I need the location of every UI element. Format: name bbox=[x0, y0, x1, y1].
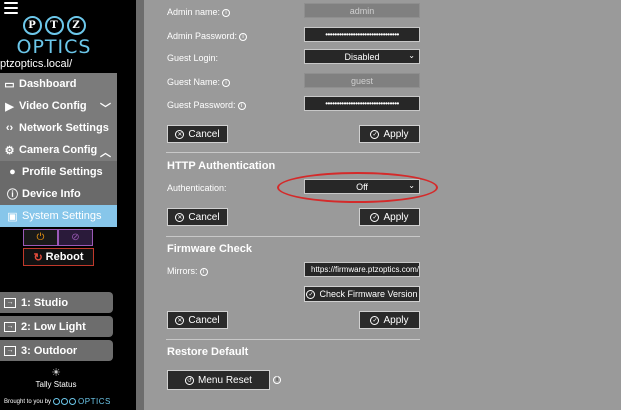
chevron-down-icon: ﹀ bbox=[100, 103, 111, 115]
mini-logo-icon bbox=[53, 398, 77, 405]
sidebar-item-label: Video Config bbox=[19, 100, 87, 112]
brought-brand: OPTICS bbox=[78, 397, 111, 406]
cancel-button[interactable]: ✕ Cancel bbox=[167, 311, 228, 329]
divider bbox=[166, 236, 420, 237]
preset-icon: → bbox=[4, 297, 16, 308]
preset-label: 3: Outdoor bbox=[21, 344, 78, 357]
hamburger-menu-icon[interactable] bbox=[4, 2, 18, 14]
ptzoptics-logo: P T Z OPTICS bbox=[8, 16, 100, 58]
check-icon: ✓ bbox=[306, 289, 316, 299]
guest-name-field[interactable]: guest bbox=[304, 73, 420, 88]
guest-login-label: Guest Login: bbox=[167, 53, 219, 63]
brought-to-you-by: Brought to you by OPTICS bbox=[4, 397, 111, 406]
sidebar-item-device-info[interactable]: ⓘ Device Info bbox=[0, 183, 117, 205]
sidebar-item-profile-settings[interactable]: ● Profile Settings bbox=[0, 161, 117, 183]
sidebar-item-label: Dashboard bbox=[19, 78, 77, 90]
restore-default-title: Restore Default bbox=[167, 346, 249, 358]
close-icon: ✕ bbox=[175, 315, 185, 325]
apply-button[interactable]: ✓ Apply bbox=[359, 125, 420, 143]
logo-letter-t: T bbox=[44, 16, 64, 35]
close-icon: ✕ bbox=[175, 212, 185, 222]
sidebar-item-dashboard[interactable]: ▭ Dashboard bbox=[0, 73, 117, 95]
sidebar-item-system-settings[interactable]: ▣ System Settings bbox=[0, 205, 117, 227]
cancel-button[interactable]: ✕ Cancel bbox=[167, 208, 228, 226]
authentication-label: Authentication: bbox=[167, 183, 227, 193]
sidebar-item-label: Camera Config bbox=[19, 144, 98, 156]
info-icon[interactable]: i bbox=[273, 376, 281, 384]
check-firmware-button[interactable]: ✓ Check Firmware Version bbox=[304, 286, 420, 302]
guest-password-field[interactable]: •••••••••••••••••••••••••••••••• bbox=[304, 96, 420, 111]
host-address: ptzoptics.local/ bbox=[0, 58, 73, 70]
preset-icon: → bbox=[4, 321, 16, 332]
menu-reset-button[interactable]: ↺ Menu Reset bbox=[167, 370, 270, 390]
info-icon: ⓘ bbox=[7, 189, 18, 201]
admin-password-field[interactable]: •••••••••••••••••••••••••••••••• bbox=[304, 27, 420, 42]
sidebar-item-label: Network Settings bbox=[19, 122, 109, 134]
info-icon: i bbox=[222, 78, 231, 87]
tally-label: Tally Status bbox=[35, 380, 77, 389]
sidebar-item-network-settings[interactable]: ‹› Network Settings bbox=[0, 117, 117, 139]
divider bbox=[166, 152, 420, 153]
tally-status: ☀ Tally Status bbox=[30, 366, 82, 389]
reboot-icon: ↻ bbox=[33, 251, 43, 264]
sidebar-menu: ▭ Dashboard ▶ Video Config ﹀ ‹› Network … bbox=[0, 73, 117, 227]
reset-icon: ↺ bbox=[185, 375, 195, 385]
check-icon: ✓ bbox=[370, 129, 380, 139]
chevron-up-icon: ︿ bbox=[100, 147, 111, 159]
preset-icon: → bbox=[4, 345, 16, 356]
sidebar-item-label: Device Info bbox=[22, 188, 81, 200]
sidebar: P T Z OPTICS ptzoptics.local/ ▭ Dashboar… bbox=[0, 0, 130, 410]
info-icon: i bbox=[239, 32, 248, 41]
close-icon: ✕ bbox=[175, 129, 185, 139]
preset-label: 2: Low Light bbox=[21, 320, 86, 333]
sidebar-item-label: System Settings bbox=[22, 210, 102, 222]
logo-letter-p: P bbox=[22, 16, 42, 35]
logo-letter-z: Z bbox=[66, 16, 86, 35]
camera-icon: ▭ bbox=[4, 78, 15, 91]
video-icon: ▶ bbox=[5, 100, 14, 113]
red-highlight-ellipse bbox=[277, 172, 438, 203]
app-root: P T Z OPTICS ptzoptics.local/ ▭ Dashboar… bbox=[0, 0, 621, 410]
gear-icon: ⚙ bbox=[4, 144, 15, 157]
logo-text: OPTICS bbox=[16, 36, 92, 58]
admin-name-field[interactable]: admin bbox=[304, 3, 420, 18]
sidebar-item-camera-config[interactable]: ⚙ Camera Config ︿ bbox=[0, 139, 117, 161]
admin-password-label: Admin Password: i bbox=[167, 31, 248, 41]
eye-off-icon[interactable]: ⊘ bbox=[58, 229, 93, 246]
preset-outdoor[interactable]: → 3: Outdoor bbox=[0, 340, 113, 361]
cancel-button[interactable]: ✕ Cancel bbox=[167, 125, 228, 143]
system-icon: ▣ bbox=[7, 210, 18, 223]
power-icon[interactable]: ⏻ bbox=[23, 229, 58, 246]
mirrors-field[interactable]: https://firmware.ptzoptics.com/ bbox=[304, 262, 420, 277]
info-icon: i bbox=[237, 101, 246, 110]
brought-label: Brought to you by bbox=[4, 398, 52, 405]
divider bbox=[166, 339, 420, 340]
firmware-check-title: Firmware Check bbox=[167, 243, 252, 255]
http-auth-title: HTTP Authentication bbox=[167, 160, 276, 172]
chevron-down-icon: ⌄ bbox=[408, 51, 415, 60]
sidebar-item-video-config[interactable]: ▶ Video Config ﹀ bbox=[0, 95, 117, 117]
guest-password-label: Guest Password: i bbox=[167, 100, 246, 110]
check-icon: ✓ bbox=[370, 212, 380, 222]
preset-low-light[interactable]: → 2: Low Light bbox=[0, 316, 113, 337]
mirrors-label: Mirrors: i bbox=[167, 266, 208, 276]
lightbulb-icon: ☀ bbox=[51, 367, 61, 379]
apply-button[interactable]: ✓ Apply bbox=[359, 208, 420, 226]
network-icon: ‹› bbox=[5, 122, 14, 134]
guest-name-label: Guest Name: i bbox=[167, 77, 231, 87]
info-icon: i bbox=[199, 267, 208, 276]
info-icon: i bbox=[222, 8, 231, 17]
user-icon: ● bbox=[9, 166, 16, 178]
preset-label: 1: Studio bbox=[21, 296, 69, 309]
check-icon: ✓ bbox=[370, 315, 380, 325]
sidebar-item-label: Profile Settings bbox=[22, 166, 103, 178]
scrollbar[interactable] bbox=[136, 0, 144, 410]
reboot-label: Reboot bbox=[45, 251, 84, 263]
preset-studio[interactable]: → 1: Studio bbox=[0, 292, 113, 313]
guest-login-select[interactable]: Disabled ⌄ bbox=[304, 49, 420, 64]
apply-button[interactable]: ✓ Apply bbox=[359, 311, 420, 329]
reboot-button[interactable]: ↻ Reboot bbox=[23, 248, 94, 266]
power-controls: ⏻ ⊘ bbox=[23, 229, 94, 246]
admin-name-label: Admin name: i bbox=[167, 7, 231, 17]
